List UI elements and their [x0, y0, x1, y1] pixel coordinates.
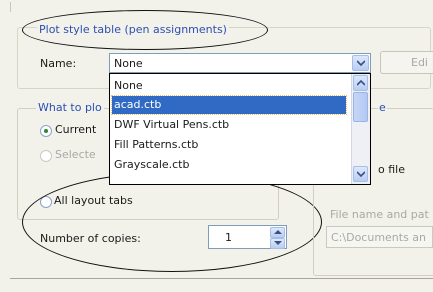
what-to-plot-title: What to plo	[36, 101, 104, 114]
selected-radio-label: Selecte	[55, 148, 96, 161]
chevron-down-icon	[357, 60, 365, 66]
dropdown-option-selected[interactable]: acad.ctb	[111, 95, 347, 115]
plot-to-file-label: o file	[378, 163, 405, 176]
dropdown-option[interactable]: None	[112, 77, 334, 95]
scroll-up-button[interactable]	[353, 75, 368, 91]
annotation-ellipse-copies	[22, 172, 322, 272]
plot-style-dropdown-list: None acad.ctb DWF Virtual Pens.ctb Fill …	[109, 73, 371, 185]
current-radio[interactable]	[40, 125, 52, 137]
annotation-ellipse-title	[22, 10, 268, 50]
file-name-label: File name and pat	[330, 208, 429, 221]
dropdown-scrollbar[interactable]	[351, 74, 370, 184]
chevron-up-icon	[357, 80, 365, 86]
current-radio-label: Current	[55, 123, 97, 136]
edit-button[interactable]: Edi	[380, 51, 433, 74]
scroll-thumb[interactable]	[353, 92, 368, 122]
dropdown-option[interactable]: DWF Virtual Pens.ctb	[112, 116, 334, 134]
dialog-bottom-edge	[10, 278, 433, 279]
chevron-down-icon	[357, 171, 365, 177]
selected-radio[interactable]	[40, 150, 52, 162]
combo-dropdown-button[interactable]	[352, 55, 369, 71]
dropdown-option[interactable]: Fill Patterns.ctb	[112, 136, 334, 154]
scroll-down-button[interactable]	[353, 166, 368, 182]
plot-to-file-title: e	[378, 101, 387, 114]
file-path-value: C:\Documents an	[331, 231, 427, 244]
file-path-field: C:\Documents an	[326, 226, 433, 248]
plot-style-name-combo[interactable]: None	[109, 53, 371, 73]
edit-button-label: Edi	[411, 56, 428, 69]
name-label: Name:	[40, 57, 77, 70]
dialog-top-edge	[10, 2, 433, 12]
dropdown-option[interactable]: Grayscale.ctb	[112, 156, 334, 174]
plot-style-name-value: None	[114, 57, 143, 70]
